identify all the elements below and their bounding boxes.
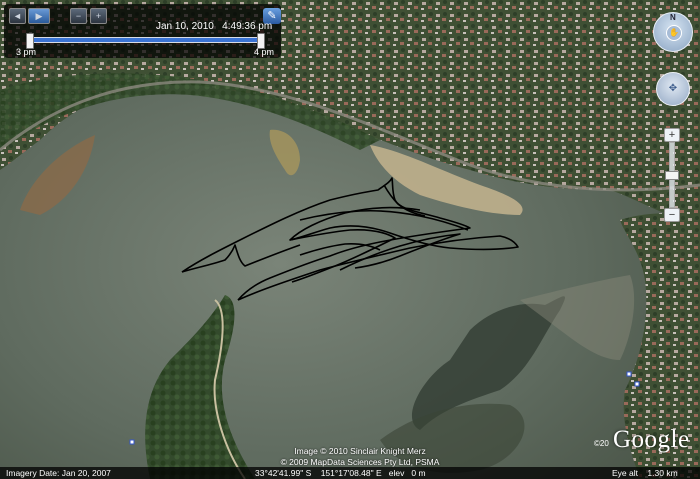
placemark-icon[interactable]: [634, 381, 640, 387]
time-slider-datetime: Jan 10, 2010 4:49:36 pm: [156, 21, 273, 32]
time-slider-fill: [26, 38, 263, 42]
compass-north-label: N: [670, 13, 676, 22]
time-slider-track[interactable]: [26, 33, 265, 49]
imagery-date: Imagery Date: Jan 20, 2007: [6, 468, 111, 478]
zoom-out-time-icon[interactable]: −: [70, 8, 87, 24]
satellite-map[interactable]: [0, 0, 700, 479]
zoom-out-icon[interactable]: −: [664, 208, 680, 222]
play-icon[interactable]: ▶: [28, 8, 50, 24]
look-icon[interactable]: ✥: [656, 72, 690, 106]
time-end-label: 4 pm: [254, 47, 275, 57]
time-start-label: 3 pm: [16, 47, 37, 57]
placemark-icon[interactable]: [626, 371, 632, 377]
hand-icon[interactable]: ✋: [666, 25, 682, 41]
imagery-attribution: Image © 2010 Sinclair Knight Merz © 2009…: [250, 446, 470, 468]
zoom-in-icon[interactable]: +: [664, 128, 680, 142]
status-bar: Imagery Date: Jan 20, 2007 33°42'41.99" …: [0, 467, 700, 479]
logo-copyright: ©20: [594, 439, 609, 448]
time-slider-panel: ◄ ▶ − + ✎ Jan 10, 2010 4:49:36 pm 3 pm 4…: [4, 4, 281, 58]
placemark-icon[interactable]: [129, 439, 135, 445]
eye-altitude: Eye alt 1.30 km: [612, 468, 678, 478]
cursor-coordinates: 33°42'41.99" S 151°17'08.48" E elev 0 m: [255, 468, 426, 478]
google-logo: Google: [613, 426, 690, 453]
compass-icon[interactable]: N ✋: [653, 12, 693, 52]
zoom-in-time-icon[interactable]: +: [90, 8, 107, 24]
attribution-line-1: Image © 2010 Sinclair Knight Merz: [294, 446, 426, 456]
zoom-slider-handle[interactable]: [665, 171, 679, 180]
step-back-icon[interactable]: ◄: [9, 8, 26, 24]
